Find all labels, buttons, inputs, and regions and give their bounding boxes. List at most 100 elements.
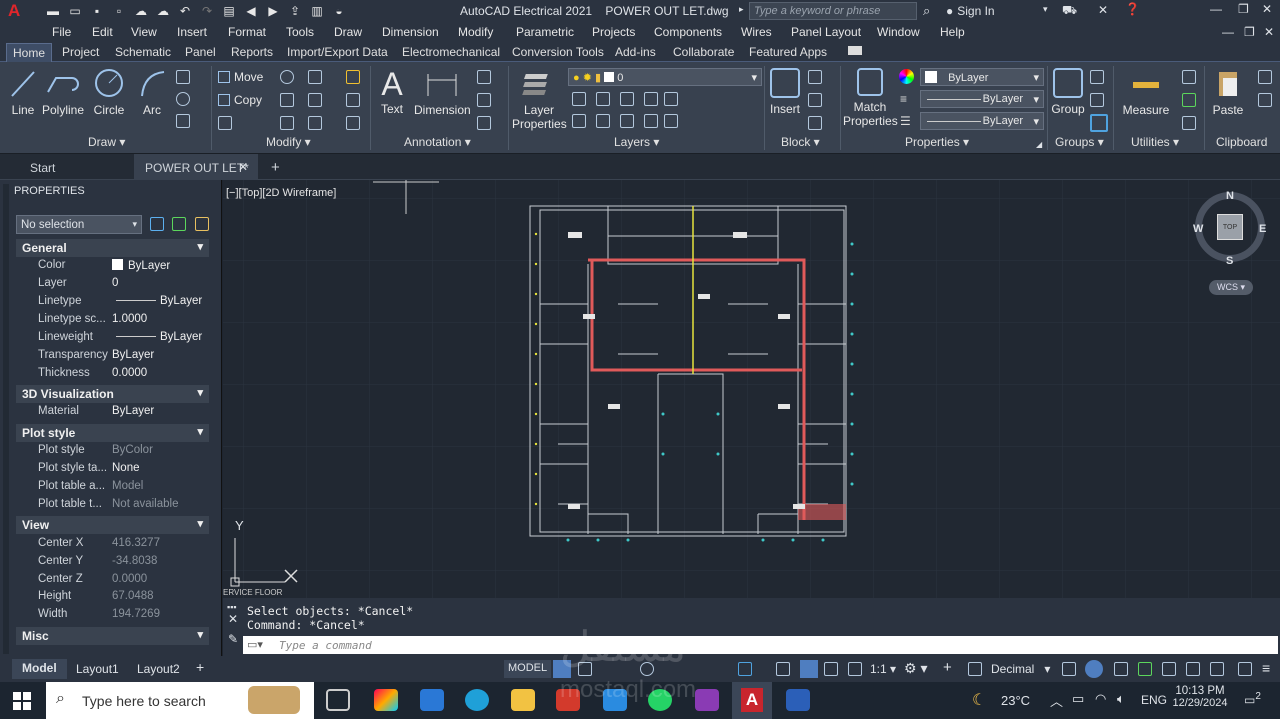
isolate-objects-icon[interactable] <box>1085 660 1103 678</box>
offset-icon[interactable] <box>346 116 360 130</box>
modify-panel-title[interactable]: Modify ▾ <box>266 135 311 149</box>
tab-collaborate[interactable]: Collaborate <box>673 45 734 59</box>
menu-wires[interactable]: Wires <box>741 25 772 39</box>
clean-screen-icon[interactable] <box>1138 662 1152 676</box>
units-icon[interactable] <box>968 662 982 676</box>
undo-icon[interactable]: ↶ <box>178 4 192 18</box>
color-dropdown[interactable]: ByLayer ▾ <box>920 68 1044 86</box>
paste-button[interactable]: Paste <box>1210 68 1246 117</box>
language-indicator[interactable]: ENG <box>1141 693 1167 707</box>
section-misc[interactable]: Misc <box>16 627 209 645</box>
plot-icon[interactable]: ▤ <box>222 4 236 18</box>
quick-select-icon[interactable] <box>1182 70 1196 84</box>
menu-help[interactable]: Help <box>940 25 965 39</box>
forward-icon[interactable]: ▶ <box>266 4 280 18</box>
command-close-icon[interactable]: ✕ <box>228 612 238 626</box>
new-icon[interactable]: ▬ <box>46 4 60 18</box>
task-view-icon[interactable] <box>326 689 350 711</box>
lineweight-toggle-icon[interactable] <box>776 662 790 676</box>
file-explorer-icon[interactable] <box>511 689 535 711</box>
layout-tab-layout1[interactable]: Layout1 <box>76 662 119 676</box>
layers-panel-title[interactable]: Layers ▾ <box>614 135 659 149</box>
fullscreen-icon[interactable] <box>1238 662 1252 676</box>
explode-icon[interactable] <box>346 93 360 107</box>
redo-icon[interactable]: ↷ <box>200 4 214 18</box>
prop-row[interactable]: Plot style ByColor <box>16 442 209 460</box>
prop-row[interactable]: Center Y -34.8038 <box>16 553 209 571</box>
annotation-panel-title[interactable]: Annotation ▾ <box>404 135 471 149</box>
print-icon[interactable]: ▥ <box>310 4 324 18</box>
copilot-icon[interactable] <box>374 689 398 711</box>
notification-center-icon[interactable]: ▭2 <box>1244 691 1261 707</box>
utilities-panel-title[interactable]: Utilities ▾ <box>1131 135 1179 149</box>
scale-icon[interactable] <box>280 116 294 130</box>
menu-dimension[interactable]: Dimension <box>382 25 439 39</box>
tab-home[interactable]: Home <box>6 43 53 62</box>
calculator-icon[interactable] <box>1182 116 1196 130</box>
tab-reports[interactable]: Reports <box>231 45 273 59</box>
move-button[interactable]: Move <box>218 70 263 84</box>
auto-scale-icon[interactable] <box>848 662 862 676</box>
tab-start[interactable]: Start <box>30 161 55 175</box>
search-icon[interactable]: ⌕ <box>923 3 930 19</box>
circle-button[interactable]: Circle <box>93 68 125 117</box>
rectangle-icon[interactable] <box>176 70 190 84</box>
system-clock[interactable]: 10:13 PM 12/29/2024 <box>1172 685 1228 709</box>
tab-add-ins[interactable]: Add-ins <box>615 45 656 59</box>
close-tab-icon[interactable]: ✕ <box>238 160 248 174</box>
command-customize-icon[interactable]: ✎ <box>228 632 238 646</box>
quick-select-prop-icon[interactable] <box>195 217 209 231</box>
stretch-icon[interactable] <box>218 116 232 130</box>
customization-icon[interactable]: ≡ <box>1262 660 1270 676</box>
weather-temperature[interactable]: 23°C <box>1001 693 1030 708</box>
add-icon[interactable]: + <box>943 659 952 676</box>
menu-modify[interactable]: Modify <box>458 25 493 39</box>
menu-panel-layout[interactable]: Panel Layout <box>791 25 861 39</box>
prop-row[interactable]: Height 67.0488 <box>16 588 209 606</box>
doc-close-icon[interactable]: ✕ <box>1264 25 1274 39</box>
tab-conversion-tools[interactable]: Conversion Tools <box>512 45 604 59</box>
ellipse-icon[interactable] <box>176 92 190 106</box>
wifi-icon[interactable]: ◠ <box>1095 691 1106 707</box>
command-grip-icon[interactable]: ▪▪▪ <box>227 602 237 612</box>
network-icon[interactable]: ▭ <box>1072 691 1084 707</box>
store-icon[interactable] <box>420 689 444 711</box>
menu-components[interactable]: Components <box>654 25 722 39</box>
selection-dropdown[interactable]: No selection ▾ <box>16 215 142 234</box>
compass-west[interactable]: W <box>1193 223 1203 235</box>
section-view[interactable]: View <box>16 516 209 534</box>
tab-project[interactable]: Project <box>62 45 99 59</box>
menu-view[interactable]: View <box>131 25 157 39</box>
save-icon[interactable]: ▪ <box>90 4 104 18</box>
layout-icon[interactable] <box>1186 662 1200 676</box>
compass-east[interactable]: E <box>1259 223 1266 235</box>
layout-tab-layout2[interactable]: Layout2 <box>137 662 180 676</box>
section-3d-visualization[interactable]: 3D Visualization <box>16 385 209 403</box>
measure-button[interactable]: Measure <box>1120 68 1172 117</box>
block-panel-title[interactable]: Block ▾ <box>781 135 820 149</box>
linear-dim-icon[interactable] <box>477 70 491 84</box>
line-button[interactable]: Line <box>8 68 38 117</box>
prop-row[interactable]: Plot table t... Not available <box>16 496 209 514</box>
quick-properties-icon[interactable] <box>1062 662 1076 676</box>
trim-icon[interactable] <box>308 70 322 84</box>
menu-projects[interactable]: Projects <box>592 25 635 39</box>
prop-row[interactable]: Lineweight ByLayer <box>16 329 209 347</box>
compass-north[interactable]: N <box>1226 190 1234 202</box>
annotation-monitor-icon[interactable] <box>800 660 818 678</box>
workspace-icon[interactable]: ◒ <box>332 4 346 18</box>
cloud-save-icon[interactable]: ☁ <box>156 4 170 18</box>
help-icon[interactable]: ❓ <box>1125 2 1140 16</box>
layer-tool-4-icon[interactable] <box>644 92 658 106</box>
layer-tool-3-icon[interactable] <box>620 92 634 106</box>
new-tab-button[interactable]: + <box>271 159 280 176</box>
hardware-accel-icon[interactable] <box>1114 662 1128 676</box>
layer-tool-6-icon[interactable] <box>572 114 586 128</box>
group-button[interactable]: Group <box>1050 68 1086 116</box>
layer-tool-7-icon[interactable] <box>596 114 610 128</box>
prop-row[interactable]: Color ByLayer <box>16 257 209 275</box>
annotation-scale[interactable]: 1:1 ▾ <box>870 662 896 676</box>
tab-import-export[interactable]: Import/Export Data <box>287 45 388 59</box>
doc-restore-icon[interactable]: ❐ <box>1244 25 1255 39</box>
dimension-button[interactable]: Dimension <box>414 68 471 117</box>
